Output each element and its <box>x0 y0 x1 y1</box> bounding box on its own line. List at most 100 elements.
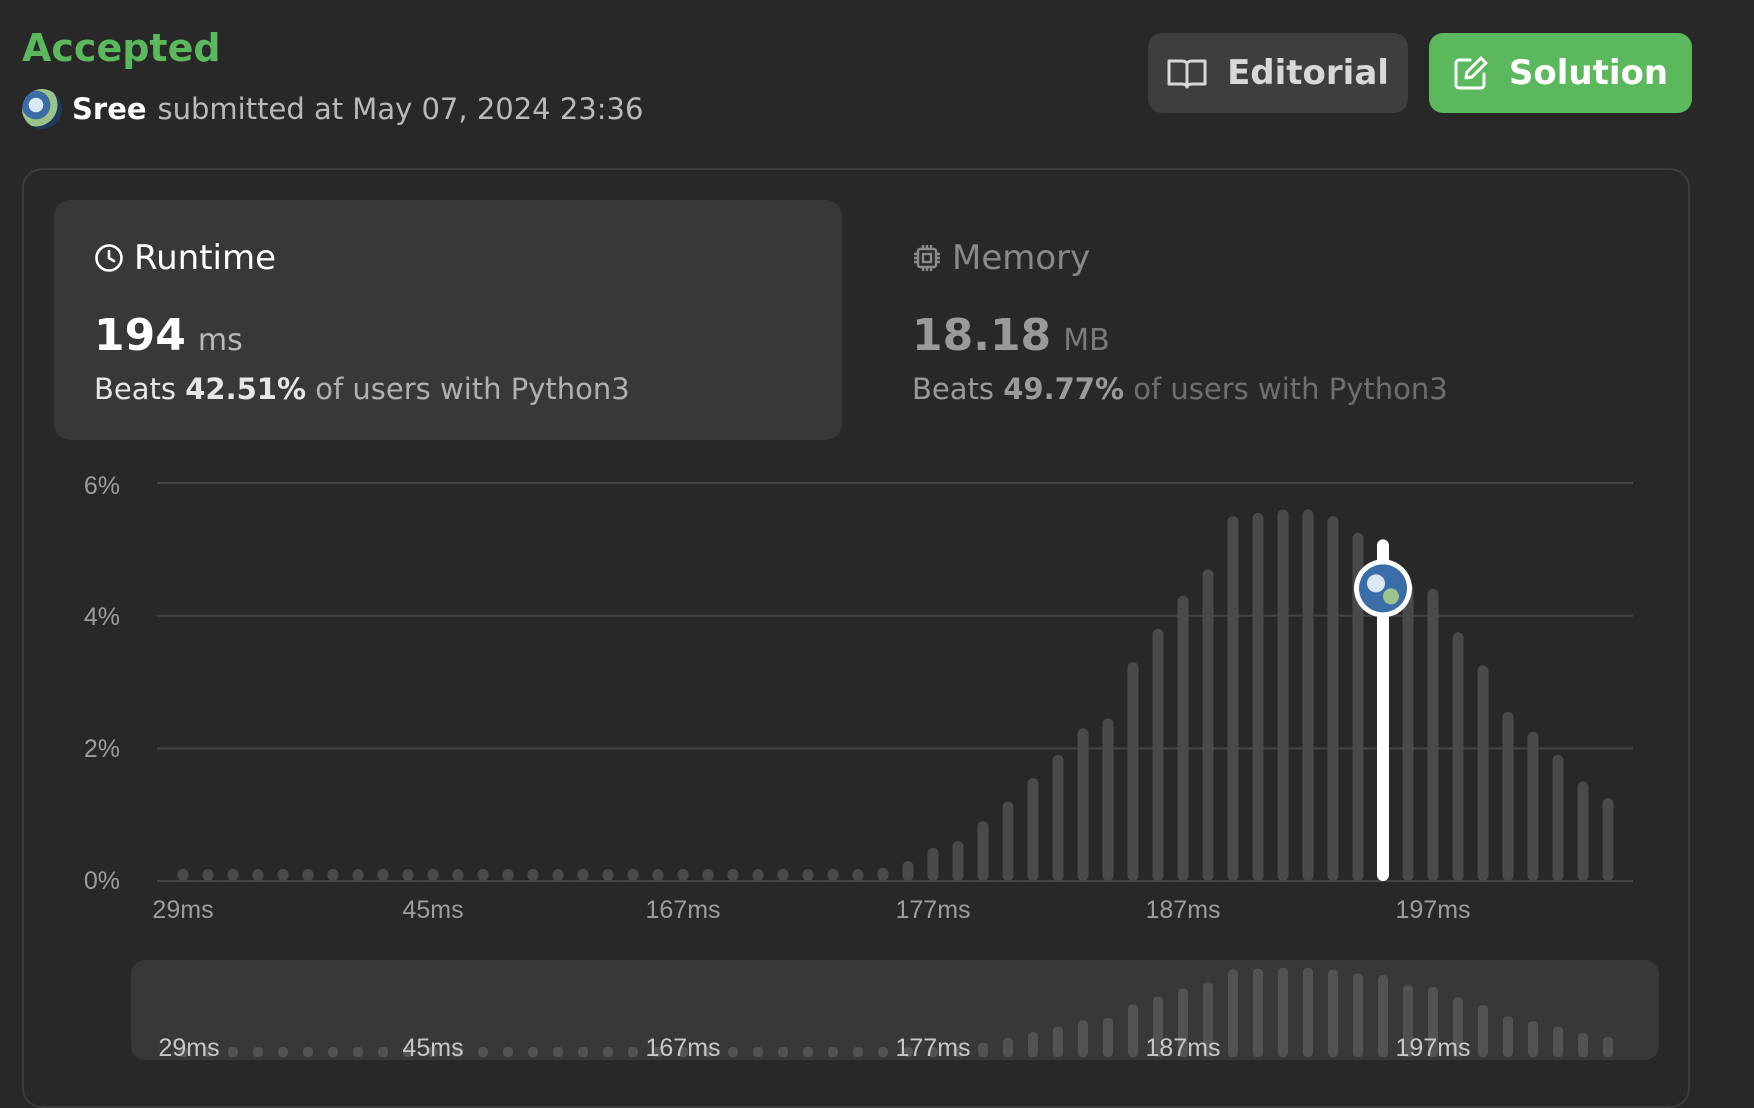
chart-bar[interactable] <box>1252 512 1264 881</box>
navigator-bar <box>603 1047 613 1057</box>
chart-bar[interactable] <box>1577 781 1589 882</box>
navigator-bar <box>1328 969 1338 1057</box>
navigator-bar <box>1503 1016 1513 1057</box>
navigator-bar <box>728 1047 738 1057</box>
chart-bar[interactable] <box>427 869 439 881</box>
chart-bar[interactable] <box>827 869 839 881</box>
chart-bar[interactable] <box>777 869 789 881</box>
chart-bar[interactable] <box>1227 516 1239 881</box>
chart-bar[interactable] <box>627 869 639 881</box>
avatar-detail <box>1383 588 1399 605</box>
chart-bar[interactable] <box>1427 589 1439 881</box>
navigator-bar <box>528 1047 538 1057</box>
navigator-bar <box>1128 1004 1138 1057</box>
chart-bar[interactable] <box>1302 509 1314 881</box>
chart-bar[interactable] <box>1527 731 1539 881</box>
navigator-bar <box>1528 1021 1538 1057</box>
chart-bar[interactable] <box>677 869 689 881</box>
chart-bar[interactable] <box>852 869 864 881</box>
chart-bar[interactable] <box>302 869 314 881</box>
chart-bar[interactable] <box>477 869 489 881</box>
navigator-bar <box>1578 1033 1588 1057</box>
chart-bar[interactable] <box>1502 711 1514 881</box>
chart-bar[interactable] <box>1152 628 1164 881</box>
navigator-bar <box>328 1047 338 1057</box>
navigator-bar <box>778 1047 788 1057</box>
navigator-tick-label: 187ms <box>1145 1034 1221 1062</box>
chart-bar[interactable] <box>202 869 214 881</box>
chart-bar[interactable] <box>277 869 289 881</box>
chart-bar[interactable] <box>502 869 514 881</box>
chart-bar[interactable] <box>1002 801 1014 881</box>
navigator-bar <box>1478 1005 1488 1057</box>
chart-bar[interactable] <box>527 869 539 881</box>
navigator-bar <box>253 1047 263 1057</box>
navigator-bar <box>853 1047 863 1057</box>
chart-bar[interactable] <box>652 869 664 881</box>
chart-bar[interactable] <box>577 869 589 881</box>
chart-bar[interactable] <box>452 869 464 881</box>
navigator-bar <box>878 1047 888 1057</box>
navigator-bar <box>978 1042 988 1057</box>
chart-bar[interactable] <box>927 847 939 881</box>
navigator-bar <box>828 1047 838 1057</box>
chart-bar[interactable] <box>902 861 914 881</box>
chart-bar[interactable] <box>1052 754 1064 881</box>
chart-bar[interactable] <box>752 869 764 881</box>
navigator-bar <box>1553 1026 1563 1057</box>
chart-bar[interactable] <box>1277 509 1289 881</box>
chart-bar[interactable] <box>1027 778 1039 881</box>
navigator-bar <box>1228 969 1238 1057</box>
navigator-bar <box>1303 968 1313 1057</box>
chart-bar[interactable] <box>552 869 564 881</box>
chart-bar[interactable] <box>377 869 389 881</box>
chart-bar[interactable] <box>177 869 189 881</box>
chart-bar[interactable] <box>602 869 614 881</box>
chart-bar[interactable] <box>1202 569 1214 881</box>
navigator-bar <box>1028 1032 1038 1057</box>
chart-bar[interactable] <box>227 869 239 881</box>
navigator-bar <box>1253 968 1263 1057</box>
navigator-bar <box>1353 973 1363 1057</box>
chart-bar[interactable] <box>1477 665 1489 881</box>
chart-bar[interactable] <box>352 869 364 881</box>
chart-bar[interactable] <box>1327 516 1339 881</box>
navigator-bar <box>628 1047 638 1057</box>
chart-bar[interactable] <box>1402 582 1414 882</box>
chart-bar[interactable] <box>802 869 814 881</box>
navigator-tick-label: 167ms <box>645 1034 721 1062</box>
chart-bar[interactable] <box>1077 728 1089 881</box>
navigator-bar <box>553 1047 563 1057</box>
navigator-bar <box>578 1047 588 1057</box>
navigator-bar <box>303 1047 313 1057</box>
chart-bar[interactable] <box>1127 662 1139 881</box>
chart-bar[interactable] <box>402 869 414 881</box>
navigator-bar <box>1053 1026 1063 1057</box>
chart-bar[interactable] <box>1102 718 1114 881</box>
navigator-bar <box>1378 975 1388 1057</box>
navigator-bar <box>503 1047 513 1057</box>
chart-bar[interactable] <box>977 821 989 881</box>
chart-bar[interactable] <box>877 867 889 881</box>
navigator-bar <box>1003 1037 1013 1057</box>
navigator-bar <box>278 1047 288 1057</box>
chart-bar[interactable] <box>727 869 739 881</box>
chart-bar[interactable] <box>252 869 264 881</box>
navigator-bar <box>378 1047 388 1057</box>
navigator-bar <box>803 1047 813 1057</box>
chart-bar[interactable] <box>702 869 714 881</box>
chart-bar[interactable] <box>1552 754 1564 881</box>
navigator-bar <box>1603 1037 1613 1057</box>
navigator-bar <box>753 1047 763 1057</box>
chart-bar[interactable] <box>327 869 339 881</box>
chart-bar[interactable] <box>1177 595 1189 881</box>
navigator-bar <box>353 1047 363 1057</box>
navigator-bar <box>228 1047 238 1057</box>
runtime-distribution-chart[interactable] <box>0 0 1754 1086</box>
navigator-bar <box>478 1047 488 1057</box>
navigator-tick-label: 45ms <box>402 1034 464 1062</box>
chart-bar[interactable] <box>952 841 964 881</box>
chart-bar[interactable] <box>1602 798 1614 881</box>
navigator-bar <box>1278 968 1288 1057</box>
chart-bar[interactable] <box>1452 632 1464 881</box>
